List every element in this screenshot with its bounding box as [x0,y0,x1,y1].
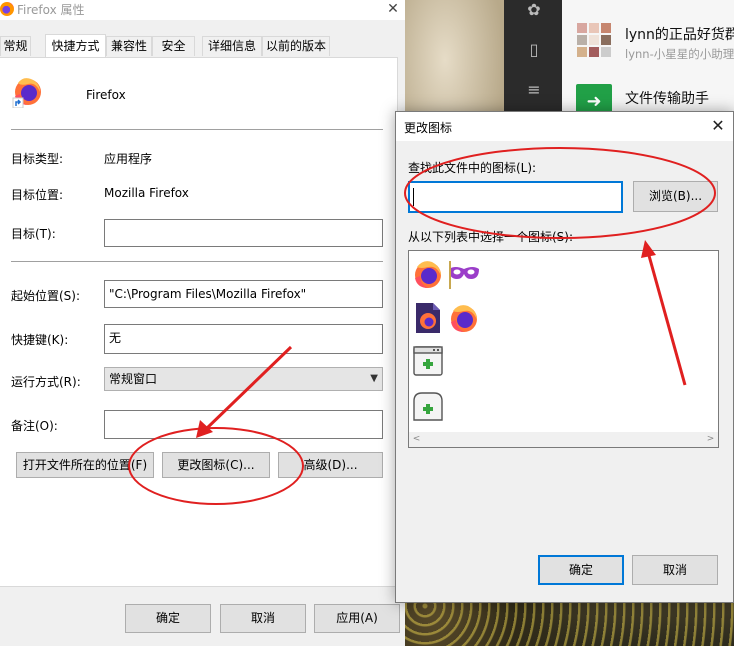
comment-label: 备注(O): [11,419,58,433]
tab-details[interactable]: 详细信息 [202,36,262,56]
moments-icon[interactable]: ✿ [524,0,544,20]
tab-previous-versions[interactable]: 以前的版本 [262,36,330,56]
target-type-value: 应用程序 [104,152,153,166]
find-icon-label: 查找此文件中的图标(L): [408,161,537,175]
run-select-value: 常规窗口 [109,372,158,386]
chat-preview: lynn-小星星的小助理 [625,47,734,61]
menu-icon[interactable]: ≡ [524,80,544,100]
divider [11,261,383,262]
wechat-sidebar: ✿ ▯ ≡ [504,0,562,118]
tab-general[interactable]: 常规 [0,36,31,56]
target-input[interactable] [104,219,383,247]
start-in-input[interactable]: "C:\Program Files\Mozilla Firefox" [104,280,383,308]
icon-list[interactable]: < > [408,250,719,448]
run-label: 运行方式(R): [11,375,81,389]
private-browsing-mask-icon[interactable] [447,257,481,291]
close-icon[interactable]: ✕ [384,0,402,18]
advanced-button[interactable]: 高级(D)... [278,452,383,478]
chat-item[interactable]: lynn的正品好货群 lynn-小星星的小助理 [562,18,734,68]
firefox-icon [0,2,14,16]
cancel-button[interactable]: 取消 [632,555,718,585]
target-type-label: 目标类型: [11,152,64,166]
scroll-left-icon[interactable]: < [409,432,424,447]
icon-list-label: 从以下列表中选择一个图标(S): [408,230,574,244]
start-in-label: 起始位置(S): [11,289,81,303]
chevron-down-icon: ▼ [370,373,378,384]
change-icon-dialog: 更改图标 ✕ 查找此文件中的图标(L): 浏览(B)... 从以下列表中选择一个… [395,111,734,603]
run-select[interactable]: 常规窗口 ▼ [104,367,383,391]
chat-list: lynn的正品好货群 lynn-小星星的小助理 ➜ 文件传输助手 [562,0,734,120]
change-icon-button[interactable]: 更改图标(C)... [162,452,270,478]
tab-compatibility[interactable]: 兼容性 [106,36,152,56]
title-bar: Firefox 属性 ✕ [0,0,405,20]
firefox-shortcut-icon [12,78,41,108]
firefox-document-icon[interactable] [411,301,445,335]
new-window-icon[interactable] [411,344,445,378]
tab-shortcut[interactable]: 快捷方式 [45,34,106,57]
open-location-button[interactable]: 打开文件所在的位置(F) [16,452,154,478]
app-name: Firefox [86,88,126,102]
phone-icon[interactable]: ▯ [524,40,544,60]
hotkey-label: 快捷键(K): [11,333,69,347]
new-tab-icon[interactable] [411,389,445,423]
close-icon[interactable]: ✕ [708,116,728,136]
text-caret [413,188,414,206]
firefox-icon[interactable] [447,301,481,335]
divider [11,129,383,130]
browse-button[interactable]: 浏览(B)... [633,181,718,212]
target-location-value: Mozilla Firefox [104,186,189,200]
chat-name: lynn的正品好货群 [625,27,734,43]
cancel-button[interactable]: 取消 [220,604,306,633]
horizontal-scrollbar[interactable]: < > [409,432,718,447]
ok-button[interactable]: 确定 [538,555,624,585]
target-location-label: 目标位置: [11,188,64,202]
title-bar: 更改图标 ✕ [396,112,733,141]
target-label: 目标(T): [11,227,56,241]
dialog-title: 更改图标 [404,121,453,135]
ok-button[interactable]: 确定 [125,604,211,633]
group-avatar [576,22,612,58]
chat-name: 文件传输助手 [625,91,709,107]
tab-security[interactable]: 安全 [152,36,195,56]
dialog-title: Firefox 属性 [17,3,85,17]
firefox-icon[interactable] [411,257,445,291]
tab-bar: 常规 快捷方式 兼容性 安全 详细信息 以前的版本 [0,34,405,57]
hotkey-input[interactable]: 无 [104,324,383,354]
comment-input[interactable] [104,410,383,439]
icon-path-input[interactable] [408,181,623,213]
apply-button[interactable]: 应用(A) [314,604,400,633]
scroll-right-icon[interactable]: > [703,432,718,447]
properties-dialog: Firefox 属性 ✕ 常规 快捷方式 兼容性 安全 详细信息 以前的版本 F… [0,0,405,646]
shortcut-tab-panel [0,57,398,587]
